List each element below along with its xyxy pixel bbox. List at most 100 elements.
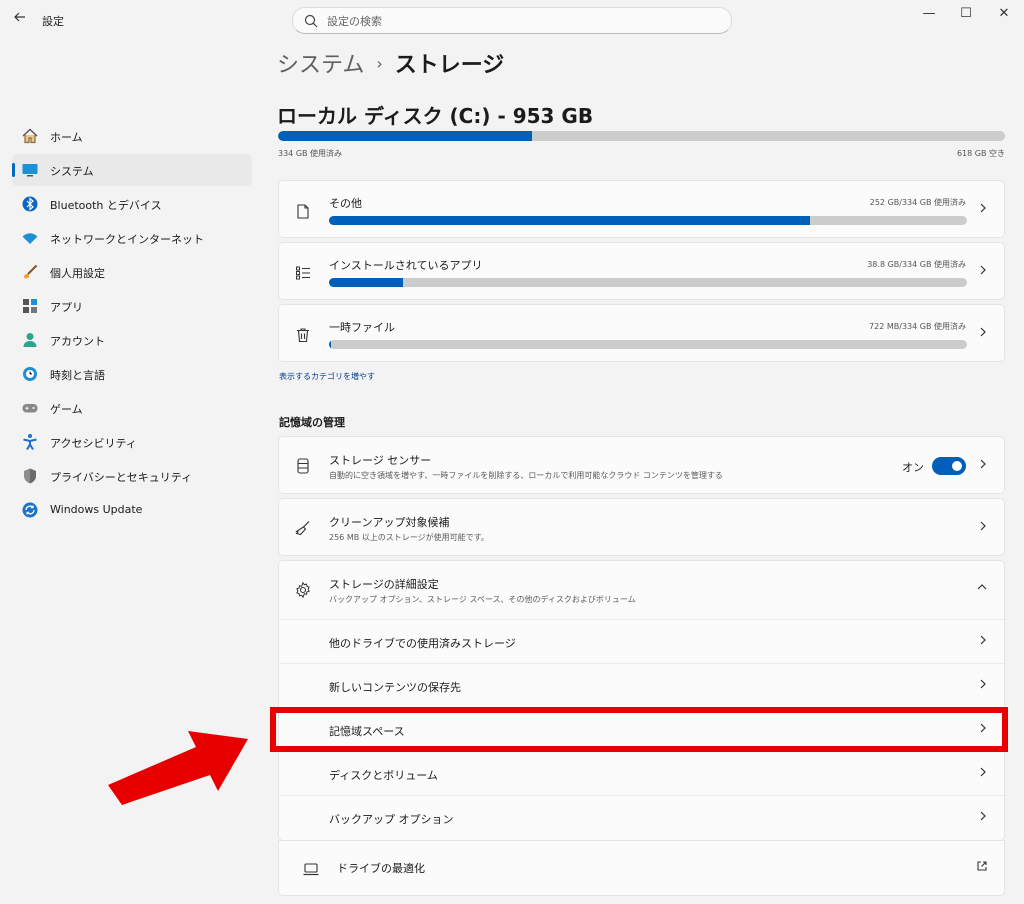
storage-sense-card[interactable]: ストレージ センサー 自動的に空き領域を増やす、一時ファイルを削除する、ローカル… <box>278 436 1005 494</box>
disks-volumes-row[interactable]: ディスクとボリューム <box>279 751 1004 795</box>
chevron-right-icon <box>978 458 988 473</box>
sidebar-item-label: プライバシーとセキュリティ <box>50 471 193 484</box>
sidebar-item-privacy-security[interactable]: プライバシーとセキュリティ <box>12 460 252 492</box>
new-content-save-location-row[interactable]: 新しいコンテンツの保存先 <box>279 663 1004 707</box>
sidebar-item-label: Windows Update <box>50 503 143 516</box>
sidebar-item-gaming[interactable]: ゲーム <box>12 392 252 424</box>
backup-options-row[interactable]: バックアップ オプション <box>279 795 1004 839</box>
breadcrumb: システム › ストレージ <box>277 47 504 79</box>
shield-icon <box>21 467 39 485</box>
category-usage-fill <box>329 216 811 225</box>
category-usage-bar <box>329 340 967 349</box>
accessibility-icon <box>21 433 39 451</box>
chevron-right-icon <box>978 810 988 825</box>
disk-used-label: 334 GB 使用済み <box>278 149 343 158</box>
disk-title: ローカル ディスク (C:) - 953 GB <box>277 104 594 128</box>
toggle-state-label: オン <box>902 461 924 474</box>
page-title: ストレージ <box>394 53 505 78</box>
category-card-installed-apps[interactable]: インストールされているアプリ 38.8 GB/334 GB 使用済み <box>278 242 1005 300</box>
category-usage-bar <box>329 278 967 287</box>
broom-icon <box>293 518 313 538</box>
optimize-drives-card[interactable]: ドライブの最適化 <box>278 840 1005 896</box>
sidebar-item-time-language[interactable]: 時刻と言語 <box>12 358 252 390</box>
sidebar-item-bluetooth[interactable]: Bluetooth とデバイス <box>12 188 252 220</box>
sidebar-item-system[interactable]: システム <box>12 154 252 186</box>
sidebar-item-label: ゲーム <box>50 403 83 416</box>
sidebar-item-windows-update[interactable]: Windows Update <box>12 494 252 526</box>
cleanup-recommendations-card[interactable]: クリーンアップ対象候補 256 MB 以上のストレージが使用可能です。 <box>278 498 1005 556</box>
category-usage: 722 MB/334 GB 使用済み <box>869 322 966 331</box>
search-box[interactable] <box>292 7 732 34</box>
category-title: インストールされているアプリ <box>329 259 483 272</box>
home-icon <box>21 127 39 145</box>
sidebar-item-accessibility[interactable]: アクセシビリティ <box>12 426 252 458</box>
sidebar-item-label: 個人用設定 <box>50 267 105 280</box>
gear-icon <box>293 580 313 600</box>
sidebar-item-label: ネットワークとインターネット <box>50 233 204 246</box>
chevron-right-icon <box>978 520 988 535</box>
brush-icon <box>21 263 39 281</box>
disk-free-label: 618 GB 空き <box>956 149 1005 158</box>
document-icon <box>293 201 313 221</box>
storage-sense-toggle[interactable] <box>932 457 966 475</box>
row-label: 新しいコンテンツの保存先 <box>329 681 461 694</box>
category-title: その他 <box>329 197 362 210</box>
advanced-storage-settings-header[interactable]: ストレージの詳細設定 バックアップ オプション、ストレージ スペース、その他のデ… <box>279 561 1004 619</box>
sidebar-item-home[interactable]: ホーム <box>12 120 252 152</box>
trash-icon <box>293 325 313 345</box>
minimize-button[interactable]: — <box>911 0 947 28</box>
maximize-button[interactable]: ☐ <box>948 0 984 28</box>
app-title: 設定 <box>42 15 64 28</box>
sidebar-item-accounts[interactable]: アカウント <box>12 324 252 356</box>
chevron-right-icon <box>978 678 988 693</box>
sidebar-item-label: 時刻と言語 <box>50 369 105 382</box>
system-display-icon <box>21 161 39 179</box>
optimize-drives-title: ドライブの最適化 <box>337 862 425 875</box>
windows-update-icon <box>21 501 39 519</box>
highlight-box <box>270 707 1008 752</box>
sidebar-item-label: アプリ <box>50 301 83 314</box>
storage-management-heading: 記憶域の管理 <box>279 416 345 429</box>
back-arrow-icon[interactable] <box>10 10 30 30</box>
wifi-icon <box>21 229 39 247</box>
cleanup-subtitle: 256 MB 以上のストレージが使用可能です。 <box>329 533 489 542</box>
app-list-icon <box>293 263 313 283</box>
title-bar: 設定 — ☐ ✕ <box>0 0 1024 40</box>
search-input[interactable] <box>327 12 707 30</box>
category-card-temp-files[interactable]: 一時ファイル 722 MB/334 GB 使用済み <box>278 304 1005 362</box>
chevron-right-icon <box>978 202 988 217</box>
advanced-storage-settings-card: ストレージの詳細設定 バックアップ オプション、ストレージ スペース、その他のデ… <box>278 560 1005 841</box>
other-drives-storage-row[interactable]: 他のドライブでの使用済みストレージ <box>279 619 1004 663</box>
advanced-settings-subtitle: バックアップ オプション、ストレージ スペース、その他のディスクおよびボリューム <box>329 595 636 604</box>
bluetooth-icon <box>21 195 39 213</box>
row-label: バックアップ オプション <box>329 813 454 826</box>
sidebar-item-label: ホーム <box>50 131 83 144</box>
gamepad-icon <box>21 399 39 417</box>
storage-sense-title: ストレージ センサー <box>329 454 432 467</box>
row-label: ディスクとボリューム <box>329 769 438 782</box>
chevron-right-icon <box>978 264 988 279</box>
toggle-knob <box>952 461 962 471</box>
advanced-settings-title: ストレージの詳細設定 <box>329 578 439 591</box>
disk-usage-fill <box>278 131 533 141</box>
sidebar-item-apps[interactable]: アプリ <box>12 290 252 322</box>
globe-clock-icon <box>21 365 39 383</box>
breadcrumb-parent[interactable]: システム <box>277 53 364 78</box>
sidebar-item-label: システム <box>50 165 94 178</box>
apps-icon <box>21 297 39 315</box>
row-label: 他のドライブでの使用済みストレージ <box>329 637 516 650</box>
category-card-other[interactable]: その他 252 GB/334 GB 使用済み <box>278 180 1005 238</box>
category-usage-fill <box>329 278 403 287</box>
sidebar-item-personalization[interactable]: 個人用設定 <box>12 256 252 288</box>
show-more-categories-link[interactable]: 表示するカテゴリを増やす <box>279 371 375 382</box>
external-link-icon <box>976 860 988 875</box>
cleanup-title: クリーンアップ対象候補 <box>329 516 450 529</box>
sidebar-item-label: Bluetooth とデバイス <box>50 199 162 212</box>
red-arrow-icon <box>108 731 248 805</box>
chevron-up-icon <box>976 582 988 595</box>
close-button[interactable]: ✕ <box>986 0 1022 28</box>
breadcrumb-separator: › <box>376 54 383 73</box>
chevron-right-icon <box>978 326 988 341</box>
sidebar-item-network[interactable]: ネットワークとインターネット <box>12 222 252 254</box>
sidebar-item-label: アカウント <box>50 335 105 348</box>
